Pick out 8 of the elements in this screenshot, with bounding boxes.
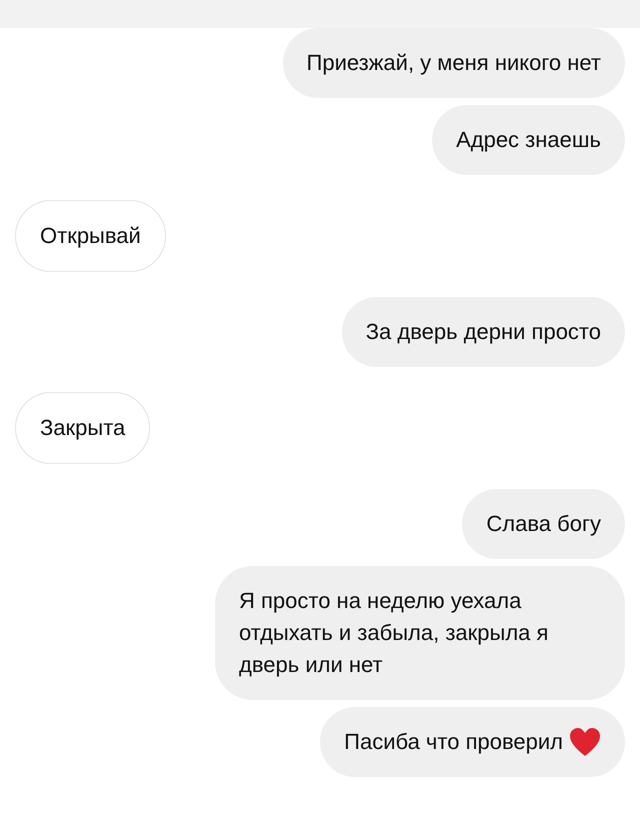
message-bubble: Адрес знаешь xyxy=(432,105,625,175)
message-bubble: Я просто на неделю уехала отдыхать и забыла, закрыла я дверь или нет xyxy=(215,566,625,700)
message-bubble: За дверь дерни просто xyxy=(342,297,625,367)
message-bubble: Закрыта xyxy=(15,392,150,464)
message-bubble: Пасиба что проверил xyxy=(320,707,625,777)
message-bubble: Слава богу xyxy=(462,489,625,559)
message-bubble: Открывай xyxy=(15,200,166,272)
message-bubble: Приезжай, у меня никого нет xyxy=(282,28,625,98)
